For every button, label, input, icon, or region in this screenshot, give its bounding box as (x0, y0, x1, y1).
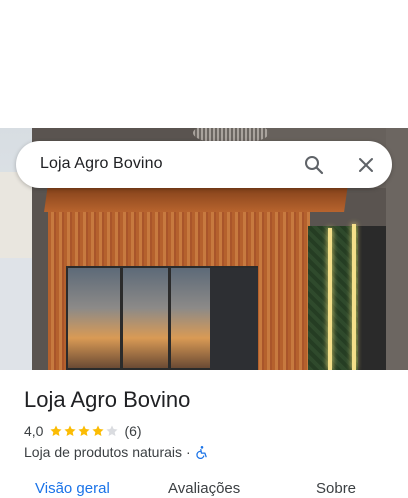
review-count[interactable]: (6) (124, 423, 141, 439)
star-icon (106, 425, 119, 437)
close-icon[interactable] (354, 153, 378, 177)
star-icon (92, 425, 105, 437)
place-title: Loja Agro Bovino (24, 387, 191, 412)
tab-overview[interactable]: Visão geral (35, 480, 110, 497)
top-blank-area (0, 0, 408, 128)
star-rating (49, 424, 119, 438)
separator: · (186, 444, 191, 460)
rating-value: 4,0 (24, 423, 44, 439)
star-icon (64, 425, 77, 437)
place-tabs: Visão geral Avaliações Sobre (0, 478, 408, 498)
search-icon[interactable] (302, 153, 326, 177)
wheelchair-icon (195, 445, 209, 460)
star-icon (78, 425, 91, 437)
search-bar[interactable]: Loja Agro Bovino (16, 141, 392, 188)
tab-about[interactable]: Sobre (316, 480, 356, 497)
tab-reviews[interactable]: Avaliações (168, 480, 240, 497)
category-row: Loja de produtos naturais · (24, 443, 209, 461)
search-query[interactable]: Loja Agro Bovino (40, 155, 163, 173)
place-info-panel: Loja Agro Bovino 4,0 (6) Loja de produto… (0, 370, 408, 498)
place-category[interactable]: Loja de produtos naturais (24, 444, 182, 460)
rating-row[interactable]: 4,0 (6) (24, 422, 142, 440)
star-icon (50, 425, 63, 437)
